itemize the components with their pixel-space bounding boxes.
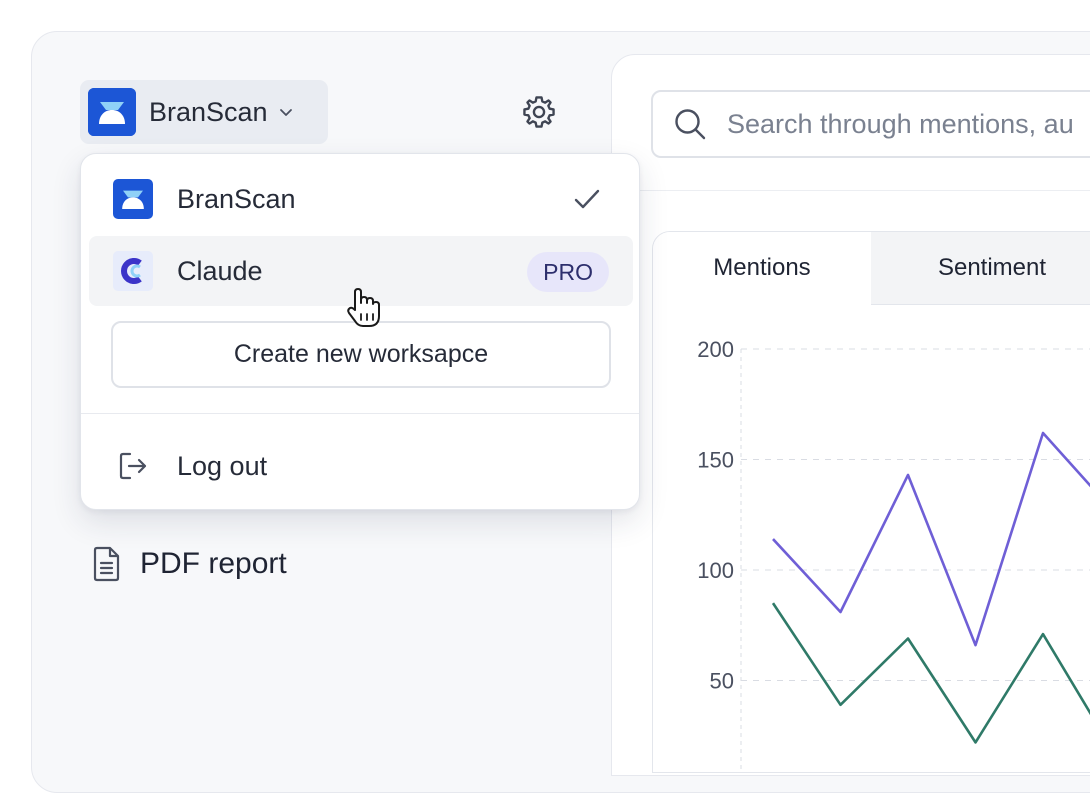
pro-badge: PRO <box>527 252 609 292</box>
branscan-logo-icon <box>88 88 136 136</box>
y-tick-label: 50 <box>710 669 734 694</box>
workspace-option-branscan[interactable]: BranScan <box>89 164 633 234</box>
y-tick-label: 100 <box>697 558 734 583</box>
mentions-line-chart: 200 150 100 50 <box>697 337 1090 771</box>
workspace-dropdown: BranScan Claude PRO Create new worksapce… <box>80 153 640 510</box>
chevron-down-icon <box>279 109 292 116</box>
gear-icon[interactable] <box>520 93 558 131</box>
claude-logo-icon <box>113 251 153 291</box>
sidebar-item-label: PDF report <box>140 547 287 580</box>
hand-cursor-icon <box>347 288 380 327</box>
workspace-switcher[interactable]: BranScan <box>80 80 328 144</box>
sidebar-item-pdf-report[interactable]: PDF report <box>92 544 287 584</box>
workspace-option-label: Claude <box>177 255 263 286</box>
search-icon <box>675 109 706 140</box>
checkmark-icon <box>574 189 600 209</box>
y-tick-label: 200 <box>697 337 734 362</box>
workspace-name: BranScan <box>149 96 268 127</box>
workspace-option-label: BranScan <box>177 183 296 214</box>
top-bar-divider <box>612 190 1090 191</box>
document-icon <box>93 546 120 582</box>
logout-item[interactable]: Log out <box>89 434 633 498</box>
create-workspace-button[interactable]: Create new worksapce <box>111 321 611 388</box>
series-line-1 <box>771 602 1090 744</box>
search-box[interactable] <box>651 90 1090 158</box>
logout-icon <box>119 452 147 480</box>
search-input[interactable] <box>725 107 1090 141</box>
branscan-logo-icon <box>113 179 153 219</box>
y-tick-label: 150 <box>697 448 734 473</box>
logout-label: Log out <box>177 450 268 481</box>
dropdown-divider <box>81 413 639 414</box>
series-line-0 <box>772 431 1090 647</box>
